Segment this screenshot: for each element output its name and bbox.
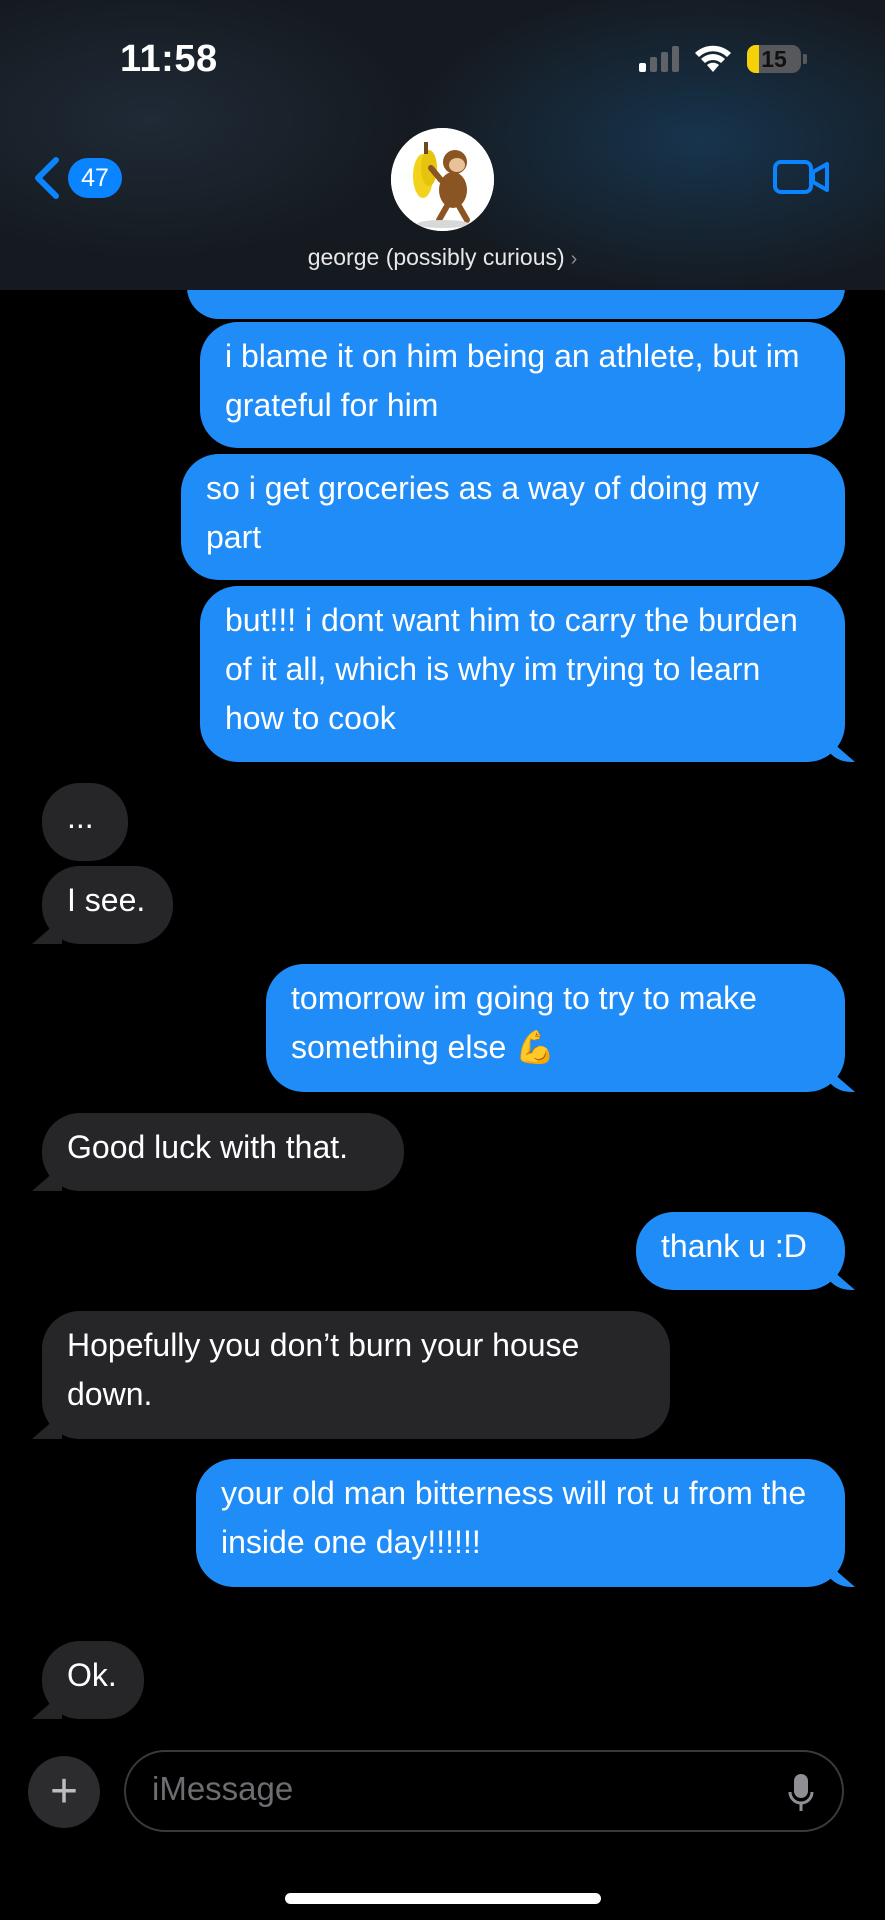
message-bubble[interactable]: i blame it on him being an athlete, but … <box>200 322 845 448</box>
status-time: 11:58 <box>120 38 218 80</box>
plus-icon: + <box>49 1765 79 1818</box>
message-bubble[interactable]: Good luck with that. <box>42 1113 404 1191</box>
monkey-avatar-image <box>391 128 494 231</box>
unread-count-badge: 47 <box>68 158 122 198</box>
message-bubble[interactable]: Ok. <box>42 1641 144 1719</box>
conversation-header: 11:58 15 47 george (possibly curious) › <box>0 0 885 290</box>
video-call-icon[interactable] <box>773 158 829 196</box>
back-chevron-icon <box>35 157 59 199</box>
message-bubble[interactable]: your old man bitterness will rot u from … <box>196 1459 845 1587</box>
message-bubble[interactable]: I see. <box>42 866 173 944</box>
message-bubble[interactable]: thank u :D <box>636 1212 845 1290</box>
message-bubble[interactable]: but!!! i dont want him to carry the burd… <box>200 586 845 762</box>
chevron-right-icon: › <box>570 248 578 270</box>
contact-name-button[interactable]: george (possibly curious) › <box>0 244 885 271</box>
message-bubble[interactable]: tomorrow im going to try to make somethi… <box>266 964 845 1092</box>
microphone-icon[interactable] <box>788 1772 814 1814</box>
back-button[interactable]: 47 <box>32 156 122 200</box>
avatar[interactable] <box>391 128 494 231</box>
home-indicator[interactable] <box>285 1893 601 1904</box>
message-bubble[interactable]: so i get groceries as a way of doing my … <box>181 454 845 580</box>
status-icons: 15 <box>639 44 807 74</box>
message-input[interactable]: iMessage <box>124 1750 844 1832</box>
cellular-signal-icon <box>639 46 679 72</box>
add-attachment-button[interactable]: + <box>28 1756 100 1828</box>
message-bubble[interactable]: Hopefully you don’t burn your house down… <box>42 1311 670 1439</box>
contact-name: george (possibly curious) <box>307 244 565 270</box>
wifi-icon <box>695 45 731 72</box>
battery-icon: 15 <box>747 45 801 73</box>
message-input-placeholder: iMessage <box>152 1770 294 1807</box>
message-bubble[interactable]: ... <box>42 783 128 861</box>
